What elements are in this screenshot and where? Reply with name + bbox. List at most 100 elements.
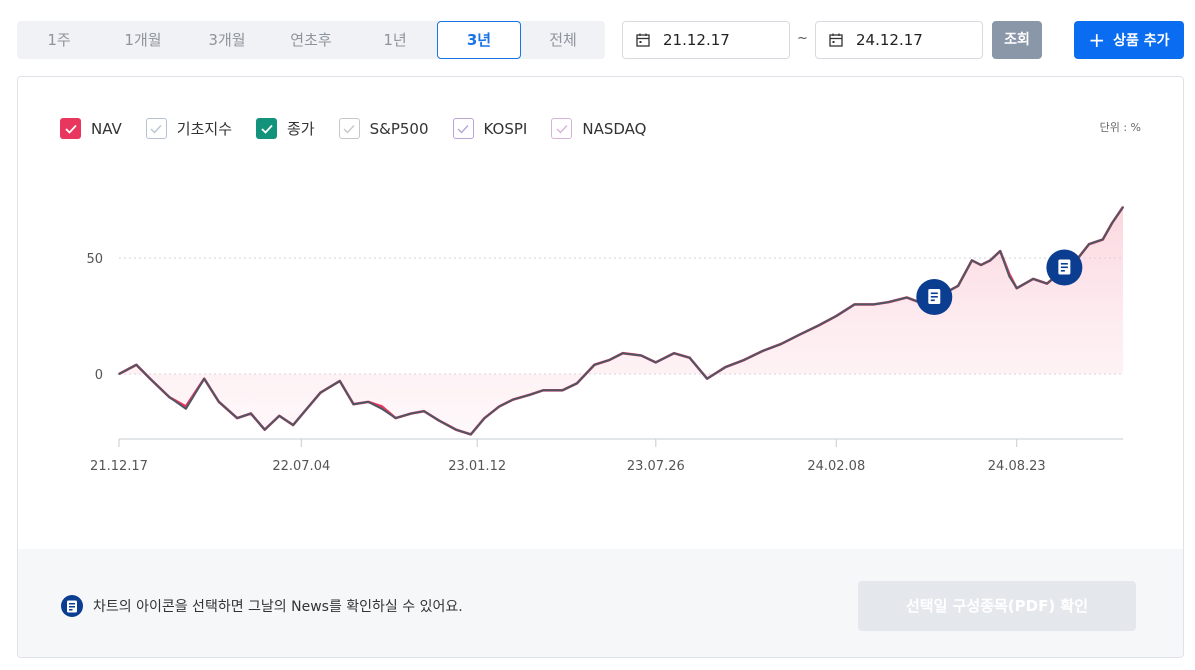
data-point	[410, 412, 413, 415]
data-point	[542, 389, 544, 392]
legend-label: KOSPI	[483, 119, 528, 138]
data-point	[483, 417, 486, 419]
data-point	[498, 405, 501, 408]
data-point	[135, 364, 138, 366]
period-tab[interactable]: 1년	[353, 21, 437, 59]
data-point	[292, 424, 294, 426]
data-point	[319, 391, 322, 394]
legend-label: 종가	[287, 120, 315, 138]
legend-item[interactable]: 기초지수	[145, 118, 232, 139]
news-marker-icon[interactable]	[916, 278, 953, 315]
data-point	[528, 394, 531, 396]
date-range-separator: ~	[797, 31, 808, 46]
pdf-confirm-button[interactable]: 선택일 구성종목(PDF) 확인	[858, 581, 1136, 631]
legend-item[interactable]: KOSPI	[452, 118, 528, 139]
data-point	[673, 352, 675, 355]
data-point	[887, 301, 890, 303]
data-point	[1032, 278, 1034, 280]
calendar-icon	[636, 33, 650, 47]
performance-chart: 0 50 21.12.17 22.07.04 23.01.12 23.07.26 24.02…	[86, 206, 1125, 474]
legend-label: S&P500	[369, 119, 429, 138]
legend-label: 기초지수	[176, 120, 232, 138]
data-point	[185, 408, 187, 410]
legend-item[interactable]: NASDAQ	[551, 118, 646, 139]
data-point	[381, 408, 383, 410]
unit-label: 단위 : %	[1099, 121, 1141, 134]
news-marker-icon[interactable]	[1046, 249, 1083, 286]
data-point	[853, 303, 856, 306]
legend-label: NASDAQ	[582, 119, 647, 138]
x-tick-label: 22.07.04	[272, 459, 330, 474]
period-tab[interactable]: 1주	[17, 21, 101, 59]
checkbox-icon[interactable]	[338, 118, 360, 139]
data-point	[306, 408, 308, 410]
data-point	[263, 428, 266, 431]
data-point	[470, 433, 472, 436]
end-date-field[interactable]: 24.12.17	[815, 21, 983, 59]
chart-footer: 차트의 아이콘을 선택하면 그날의 News를 확인하실 수 있어요. 선택일 …	[18, 549, 1183, 657]
data-point	[367, 401, 370, 403]
data-point	[593, 364, 596, 366]
period-tab[interactable]: 연초후	[269, 21, 353, 59]
query-button[interactable]: 조회	[992, 21, 1042, 59]
checkbox-icon[interactable]	[145, 118, 167, 139]
y-tick-label: 0	[95, 368, 103, 383]
start-date-field[interactable]: 21.12.17	[622, 21, 790, 59]
data-point	[1088, 243, 1090, 245]
period-tab[interactable]: 3년	[437, 21, 521, 59]
checkbox-icon[interactable]	[256, 118, 277, 139]
legend-item[interactable]: NAV	[60, 118, 122, 139]
news-note-text: 차트의 아이콘을 선택하면 그날의 News를 확인하실 수 있어요.	[93, 599, 463, 615]
data-point	[1111, 222, 1113, 224]
data-point	[957, 285, 959, 287]
data-point	[278, 415, 281, 417]
x-tick-label: 23.01.12	[448, 459, 506, 474]
data-point	[576, 382, 578, 385]
checkbox-icon[interactable]	[452, 118, 474, 139]
period-tab[interactable]: 3개월	[185, 21, 269, 59]
legend-item[interactable]: 종가	[256, 118, 315, 139]
data-point	[655, 361, 657, 364]
data-point	[1015, 287, 1018, 289]
data-point	[512, 398, 514, 401]
data-point	[218, 401, 220, 403]
checkbox-icon[interactable]	[551, 118, 573, 139]
x-tick-label: 24.08.23	[988, 459, 1046, 474]
data-point	[608, 359, 610, 361]
y-tick-label: 50	[86, 252, 103, 267]
calendar-icon	[829, 33, 843, 47]
data-point	[818, 324, 820, 327]
data-point	[203, 377, 205, 380]
data-point	[423, 410, 425, 413]
data-point	[381, 405, 383, 408]
data-point	[640, 354, 642, 357]
data-point	[168, 396, 171, 399]
legend-label: NAV	[91, 119, 122, 138]
data-point	[236, 417, 238, 419]
data-point	[250, 412, 252, 415]
period-tab[interactable]: 전체	[521, 21, 605, 59]
data-point	[980, 264, 982, 266]
data-point	[352, 403, 355, 406]
data-point	[149, 377, 151, 380]
data-point	[724, 366, 727, 368]
data-point	[971, 259, 973, 262]
x-tick-label: 23.07.26	[627, 459, 685, 474]
data-point	[688, 357, 691, 359]
data-point	[999, 250, 1001, 252]
data-point	[1102, 238, 1104, 241]
checkbox-icon[interactable]	[60, 118, 81, 139]
legend-item[interactable]: S&P500	[338, 118, 429, 139]
news-note: 차트의 아이콘을 선택하면 그날의 News를 확인하실 수 있어요.	[61, 595, 463, 617]
data-point	[394, 417, 397, 419]
x-tick-label: 24.02.08	[807, 459, 865, 474]
data-point	[835, 315, 838, 317]
toolbar: 1주 1개월 3개월 연초후 1년 3년 전체 21.12.17 ~ 24.12.17 조회…	[17, 21, 1187, 59]
data-point	[743, 359, 745, 361]
add-product-button[interactable]: + 상품 추가	[1074, 21, 1184, 59]
data-point	[989, 259, 991, 262]
data-point	[118, 373, 120, 375]
period-tab[interactable]: 1개월	[101, 21, 185, 59]
chart-legend: NAV 기초지수 종가 S&P500 KOSPI NASDAQ	[60, 118, 670, 139]
data-point	[762, 350, 764, 352]
